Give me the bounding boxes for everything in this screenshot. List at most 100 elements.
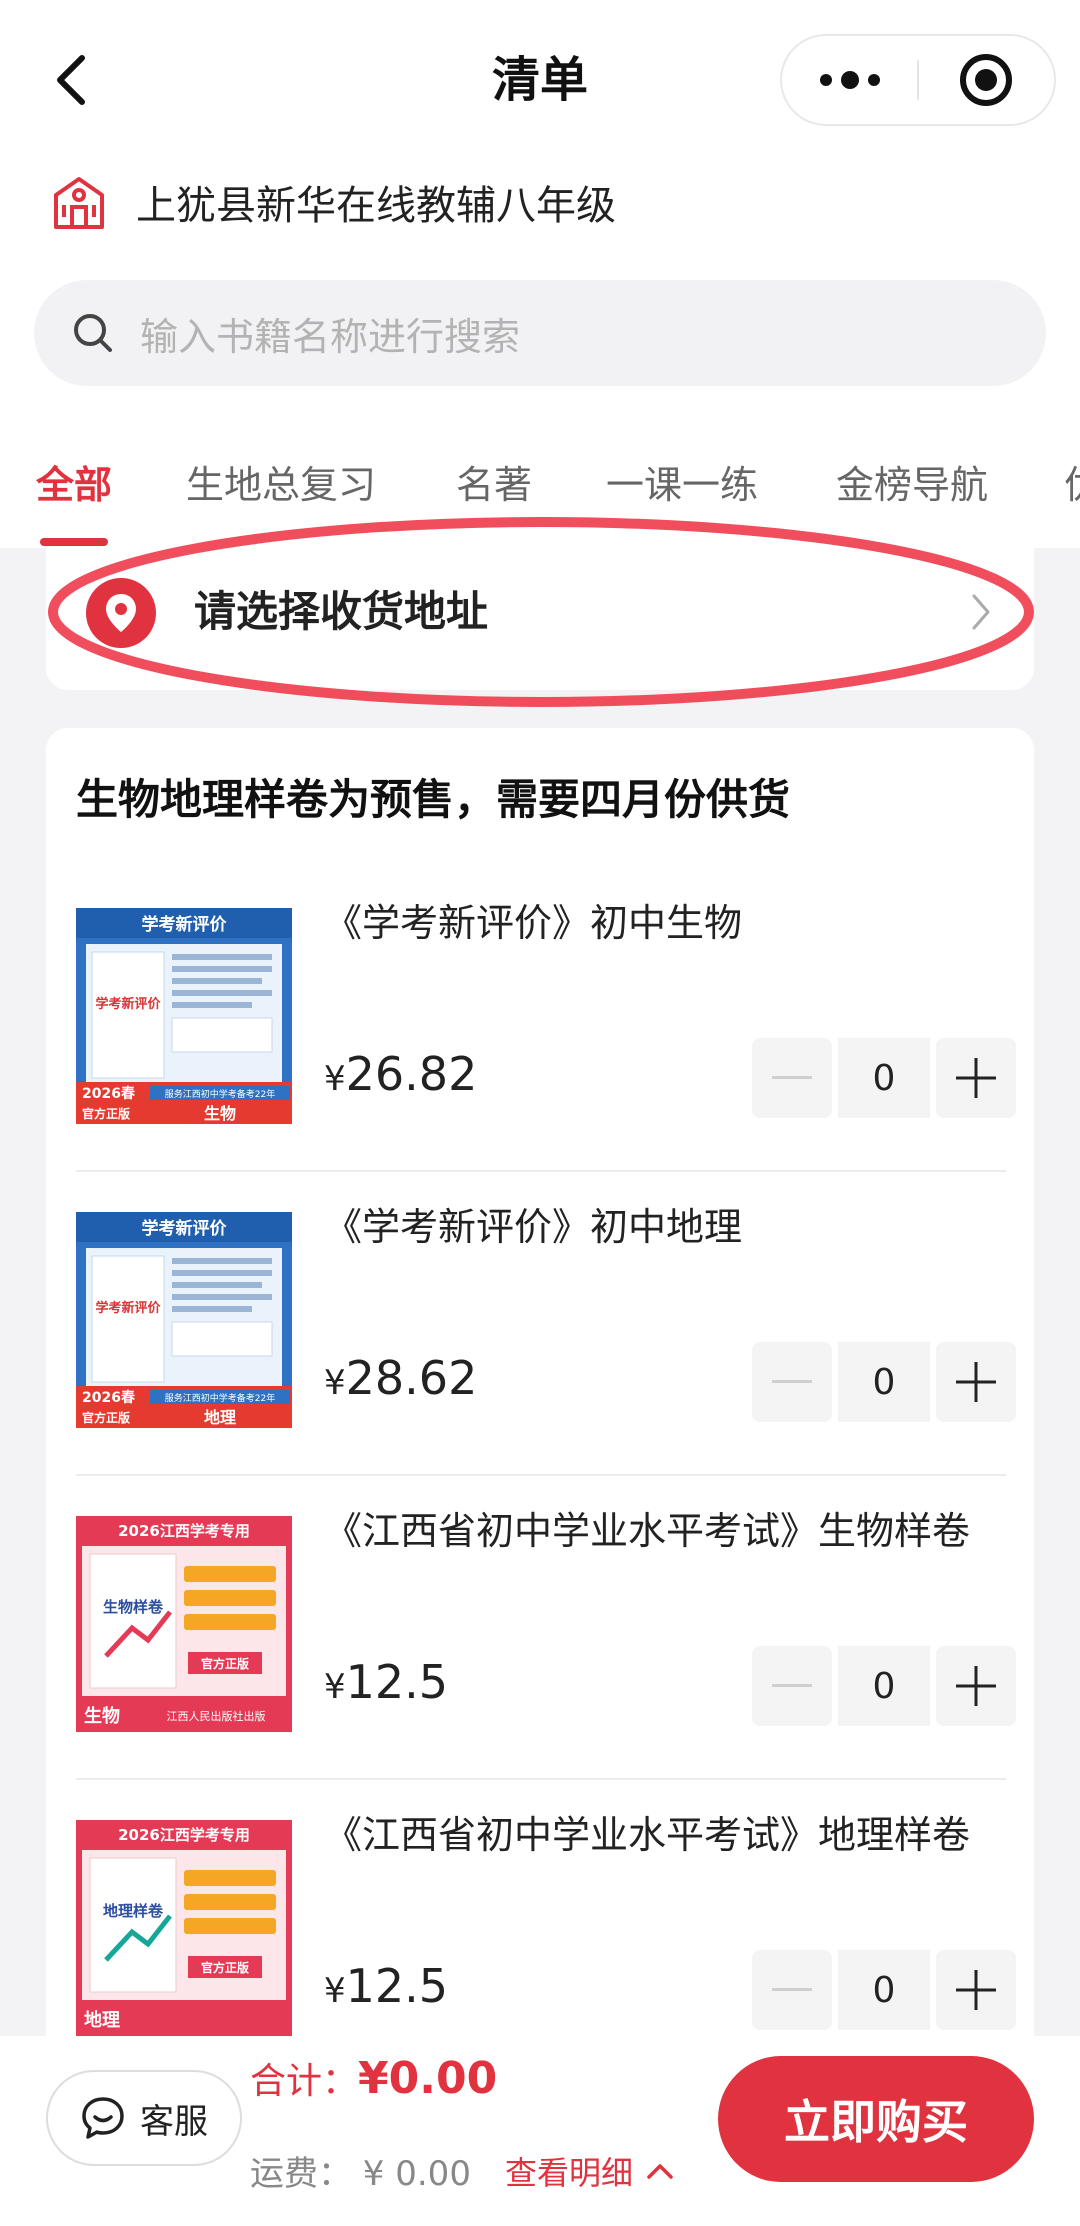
shipping-fee: 运费： ¥ 0.00 <box>250 2154 471 2194</box>
cover-publisher: 江西人民出版社出版 <box>167 1709 266 1723</box>
cover-service: 服务江西初中学考备考22年 <box>165 1088 275 1100</box>
search-icon <box>74 314 112 352</box>
product-price: ¥26.82 <box>324 1042 477 1111</box>
store-name: 上犹县新华在线教辅八年级 <box>136 183 616 229</box>
mini-program-capsule <box>780 34 1056 126</box>
order-total: 合计： ¥0.00 <box>250 2052 497 2104</box>
tab-practice[interactable]: 一课一练 <box>606 454 758 509</box>
increase-button[interactable] <box>936 1342 1016 1422</box>
tab-classics[interactable]: 名著 <box>456 454 532 509</box>
active-tab-indicator <box>40 538 108 546</box>
increase-button[interactable] <box>936 1038 1016 1118</box>
category-tabs: 全部 生地总复习 名著 一课一练 金榜导航 优 <box>0 446 1080 546</box>
minus-icon <box>772 1076 812 1079</box>
minus-icon <box>772 1380 812 1383</box>
book-cover: 2026江西学考专用 地理样卷 官方正版 地理 <box>76 1820 292 2036</box>
cover-service: 服务江西初中学考备考22年 <box>165 1392 275 1404</box>
product-price: ¥28.62 <box>324 1346 477 1415</box>
product-list-card: 生物地理样卷为预售，需要四月份供货 学考新评价 学考新评价 2026春 官方正版… <box>46 728 1034 2108</box>
chevron-right-icon <box>972 594 990 630</box>
product-item: 2026江西学考专用 生物样卷 官方正版 生物 江西人民出版社出版 《江西省初中… <box>76 1476 1016 1780</box>
cover-subject: 生物 <box>204 1104 236 1123</box>
total-value: ¥0.00 <box>358 2053 498 2104</box>
tab-all[interactable]: 全部 <box>36 454 112 509</box>
cover-subject: 地理 <box>84 2009 120 2031</box>
price-value: 28.62 <box>345 1351 478 1405</box>
cover-official: 官方正版 <box>201 1960 249 1975</box>
customer-service-button[interactable]: 客服 <box>46 2070 242 2166</box>
decrease-button[interactable] <box>752 1342 832 1422</box>
search-input[interactable]: 输入书籍名称进行搜索 <box>140 306 520 361</box>
quantity-value[interactable]: 0 <box>838 1038 930 1118</box>
cover-subject: 地理 <box>204 1408 236 1427</box>
plus-icon <box>956 1362 996 1402</box>
plus-icon <box>956 1666 996 1706</box>
product-item: 学考新评价 学考新评价 2026春 官方正版 服务江西初中学考备考22年 地理 … <box>76 1172 1016 1476</box>
cover-header: 2026江西学考专用 <box>118 1826 250 1844</box>
cover-official: 官方正版 <box>201 1656 249 1671</box>
product-price: ¥12.5 <box>324 1954 448 2023</box>
cover-header: 学考新评价 <box>142 1218 228 1239</box>
minus-icon <box>772 1684 812 1687</box>
total-label: 合计： <box>250 2061 359 2102</box>
location-pin-icon <box>86 578 156 648</box>
more-dots-icon <box>819 71 880 89</box>
view-details-label: 查看明细 <box>504 2153 633 2192</box>
currency-symbol: ¥ <box>324 1059 346 1099</box>
product-title[interactable]: 《江西省初中学业水平考试》地理样卷 <box>324 1806 1006 1864</box>
search-bar[interactable]: 输入书籍名称进行搜索 <box>34 280 1046 386</box>
cover-subject: 生物 <box>84 1705 120 1727</box>
decrease-button[interactable] <box>752 1950 832 2030</box>
decrease-button[interactable] <box>752 1038 832 1118</box>
increase-button[interactable] <box>936 1950 1016 2030</box>
quantity-value[interactable]: 0 <box>838 1646 930 1726</box>
quantity-stepper: 0 <box>752 1950 1016 2030</box>
cover-brand: 地理样卷 <box>103 1902 164 1920</box>
view-details-link[interactable]: 查看明细 <box>505 2148 675 2194</box>
product-title[interactable]: 《学考新评价》初中生物 <box>324 894 1006 952</box>
buy-now-button[interactable]: 立即购买 <box>718 2056 1034 2182</box>
more-button[interactable] <box>782 36 917 124</box>
checkout-bar: 客服 合计： ¥0.00 运费： ¥ 0.00 查看明细 立即购买 <box>0 2036 1080 2226</box>
tab-more[interactable]: 优 <box>1064 454 1080 509</box>
shipping-row: 运费： ¥ 0.00 查看明细 <box>250 2146 675 2195</box>
presale-notice: 生物地理样卷为预售，需要四月份供货 <box>76 775 791 824</box>
quantity-stepper: 0 <box>752 1646 1016 1726</box>
decrease-button[interactable] <box>752 1646 832 1726</box>
cover-brand: 学考新评价 <box>95 1300 161 1316</box>
product-price: ¥12.5 <box>324 1650 448 1719</box>
plus-icon <box>956 1058 996 1098</box>
quantity-stepper: 0 <box>752 1342 1016 1422</box>
cover-header: 2026江西学考专用 <box>118 1522 250 1540</box>
cover-official: 官方正版 <box>82 1106 130 1121</box>
book-cover: 学考新评价 学考新评价 2026春 官方正版 服务江西初中学考备考22年 生物 <box>76 908 292 1124</box>
address-selector[interactable]: 请选择收货地址 <box>46 548 1034 690</box>
customer-service-label: 客服 <box>140 2101 208 2142</box>
product-title[interactable]: 《学考新评价》初中地理 <box>324 1198 1006 1256</box>
increase-button[interactable] <box>936 1646 1016 1726</box>
tab-guide[interactable]: 金榜导航 <box>836 454 988 509</box>
target-icon <box>960 54 1013 106</box>
quantity-value[interactable]: 0 <box>838 1342 930 1422</box>
product-title[interactable]: 《江西省初中学业水平考试》生物样卷 <box>324 1502 1006 1560</box>
quantity-stepper: 0 <box>752 1038 1016 1118</box>
quantity-value[interactable]: 0 <box>838 1950 930 2030</box>
chat-icon <box>82 2097 124 2139</box>
currency-symbol: ¥ <box>324 1971 346 2011</box>
price-value: 26.82 <box>345 1047 478 1101</box>
product-item: 学考新评价 学考新评价 2026春 官方正版 服务江西初中学考备考22年 生物 … <box>76 868 1016 1172</box>
currency-symbol: ¥ <box>324 1667 346 1707</box>
store-row: 上犹县新华在线教辅八年级 <box>50 170 616 234</box>
cover-year: 2026春 <box>82 1085 136 1102</box>
tab-review[interactable]: 生地总复习 <box>186 454 376 509</box>
address-prompt: 请选择收货地址 <box>194 587 489 636</box>
cover-official: 官方正版 <box>82 1410 130 1425</box>
plus-icon <box>956 1970 996 2010</box>
cover-year: 2026春 <box>82 1389 136 1406</box>
close-mini-program-button[interactable] <box>919 36 1054 124</box>
minus-icon <box>772 1988 812 1991</box>
top-section: 清单 上犹县新华在线教辅八年级 输入书籍名称进行搜索 全部 生地总复习 名著 一… <box>0 0 1080 548</box>
price-value: 12.5 <box>345 1655 449 1709</box>
book-cover: 学考新评价 学考新评价 2026春 官方正版 服务江西初中学考备考22年 地理 <box>76 1212 292 1428</box>
price-value: 12.5 <box>345 1959 449 2013</box>
